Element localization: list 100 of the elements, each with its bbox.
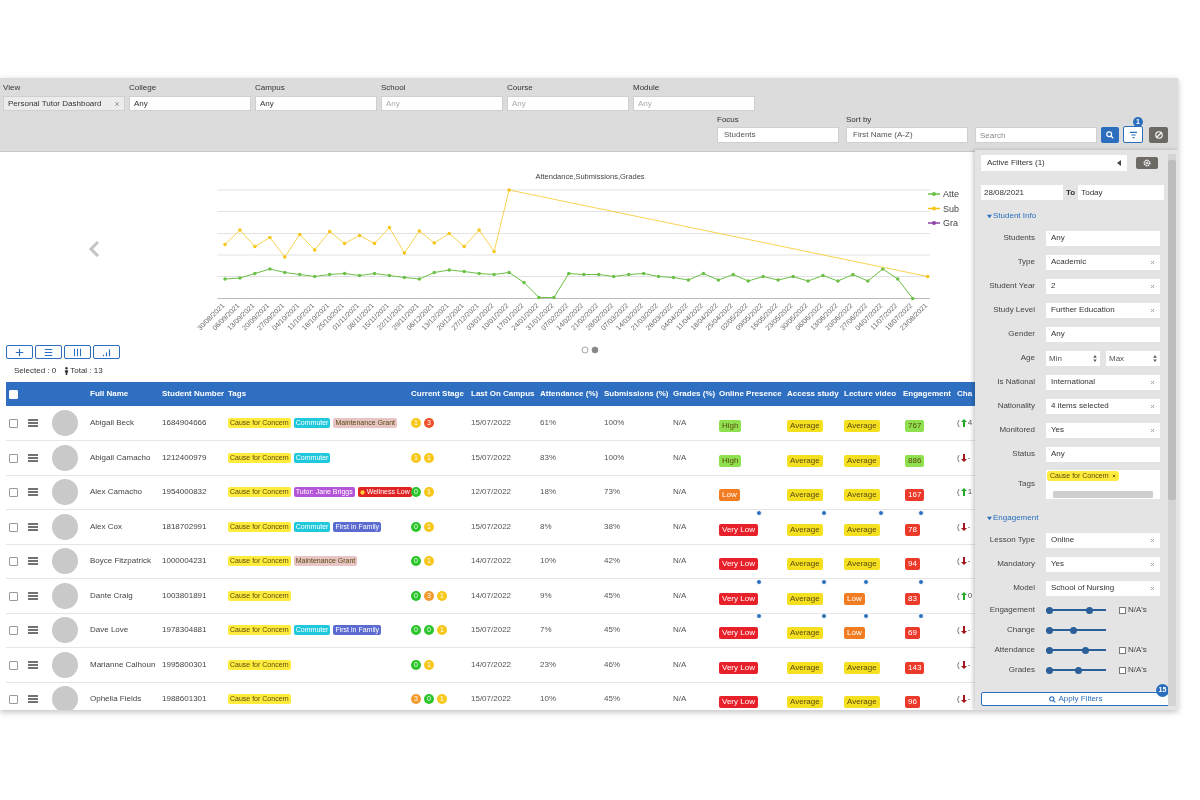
number-field[interactable]: Max (1106, 350, 1160, 366)
checkbox[interactable] (1119, 666, 1126, 674)
close-icon[interactable] (1150, 259, 1155, 265)
alert-icon (359, 489, 365, 495)
close-icon[interactable] (1150, 585, 1155, 591)
select-field[interactable]: Yes (1046, 422, 1160, 438)
carousel-dot[interactable] (591, 346, 599, 354)
select-field[interactable]: Students (717, 127, 839, 143)
slider-thumb[interactable] (1082, 646, 1090, 654)
select-field[interactable]: Any (255, 96, 377, 111)
column-header[interactable]: Tags (224, 382, 407, 406)
settings-button[interactable] (1136, 157, 1158, 169)
checkbox[interactable] (9, 522, 18, 532)
column-header[interactable]: Full Name (86, 382, 158, 406)
select-field[interactable]: Any (381, 96, 503, 111)
checkbox[interactable] (9, 419, 18, 428)
select-field[interactable]: Any (507, 96, 629, 111)
scrollbar[interactable] (1053, 490, 1153, 498)
select-field[interactable]: International (1046, 374, 1160, 390)
range-slider[interactable] (1046, 646, 1106, 654)
select-field[interactable]: Further Education (1046, 302, 1160, 318)
close-icon[interactable] (1111, 473, 1116, 478)
columns-button[interactable] (64, 345, 91, 359)
menu-icon[interactable] (28, 522, 38, 531)
date-field[interactable]: 28/08/2021 (981, 185, 1063, 200)
slider-thumb[interactable] (1046, 646, 1053, 654)
select-field[interactable]: Online (1046, 532, 1160, 548)
number-field[interactable]: Min (1046, 350, 1100, 366)
menu-icon[interactable] (28, 591, 38, 600)
search-field[interactable]: Search (975, 127, 1097, 143)
section-toggle[interactable]: Engagement (987, 512, 1164, 524)
select-field[interactable]: Any (1046, 446, 1160, 462)
add-button[interactable] (6, 345, 33, 359)
close-icon[interactable] (1150, 403, 1155, 409)
checkbox[interactable] (1119, 646, 1126, 654)
column-header[interactable]: Cha (953, 382, 975, 406)
slider-thumb[interactable] (1046, 606, 1053, 614)
carousel-dot[interactable] (581, 346, 589, 354)
column-header[interactable]: Last On Campus (467, 382, 536, 406)
select-field[interactable]: Any (1046, 326, 1160, 342)
close-icon[interactable] (1150, 379, 1155, 385)
column-header[interactable]: Attendance (%) (536, 382, 600, 406)
menu-icon[interactable] (28, 557, 38, 566)
close-icon[interactable] (1150, 537, 1155, 543)
slider-thumb[interactable] (1046, 626, 1053, 634)
select-field[interactable]: 4 items selected (1046, 398, 1160, 414)
slider-thumb[interactable] (1046, 666, 1053, 674)
column-header[interactable]: Access study (783, 382, 840, 406)
select-field[interactable]: 2 (1046, 278, 1160, 294)
column-header[interactable]: Student Number (158, 382, 224, 406)
dropdown[interactable]: Active Filters (1) (981, 155, 1127, 171)
checkbox[interactable] (9, 660, 18, 670)
menu-icon[interactable] (28, 695, 38, 704)
menu-icon[interactable] (28, 419, 38, 427)
list-view-button[interactable] (35, 345, 62, 359)
column-header[interactable]: Submissions (%) (600, 382, 669, 406)
checkbox[interactable] (9, 488, 18, 498)
close-icon[interactable] (1150, 307, 1155, 313)
checkbox[interactable] (9, 626, 18, 636)
menu-icon[interactable] (28, 453, 38, 462)
column-header[interactable]: Grades (%) (669, 382, 715, 406)
select-field[interactable]: Yes (1046, 556, 1160, 572)
slider-thumb[interactable] (1069, 626, 1077, 634)
range-slider[interactable] (1046, 666, 1106, 674)
section-toggle[interactable]: Student Info (987, 210, 1164, 222)
checkbox[interactable] (1119, 606, 1126, 614)
checkbox[interactable] (9, 695, 18, 705)
close-icon[interactable] (1150, 427, 1155, 433)
scrollbar[interactable] (1168, 154, 1176, 706)
select-field[interactable]: School of Nursing (1046, 580, 1160, 596)
checkbox[interactable] (9, 453, 18, 463)
column-header[interactable]: Online Presence (715, 382, 783, 406)
column-header[interactable]: Current Stage (407, 382, 467, 406)
checkbox[interactable] (9, 591, 18, 601)
slider-thumb[interactable] (1085, 606, 1093, 614)
close-icon[interactable] (1150, 283, 1155, 289)
filter-button[interactable] (1123, 126, 1143, 143)
select-field[interactable]: Personal Tutor Dashboard (3, 96, 125, 111)
spinner-icon[interactable] (1153, 354, 1157, 362)
menu-icon[interactable] (28, 626, 38, 635)
spinner-icon[interactable] (1093, 354, 1097, 362)
apply-filters-button[interactable]: Apply Filters (981, 692, 1168, 706)
search-button[interactable] (1101, 127, 1119, 143)
select-field[interactable]: Any (129, 96, 251, 111)
clear-button[interactable] (1149, 127, 1168, 143)
column-header[interactable]: Engagement (899, 382, 953, 406)
date-field[interactable]: Today (1078, 185, 1164, 200)
menu-icon[interactable] (28, 488, 38, 497)
select-field[interactable]: Academic (1046, 254, 1160, 270)
column-header[interactable]: Lecture video (840, 382, 899, 406)
slider-thumb[interactable] (1075, 666, 1083, 674)
checkbox[interactable] (9, 557, 18, 567)
select-field[interactable]: Any (633, 96, 755, 111)
close-icon[interactable] (1150, 561, 1155, 567)
menu-icon[interactable] (28, 660, 38, 669)
range-slider[interactable] (1046, 626, 1106, 634)
chart-button[interactable] (93, 345, 120, 359)
select-field[interactable]: Any (1046, 230, 1160, 246)
select-field[interactable]: First Name (A-Z) (846, 127, 968, 143)
range-slider[interactable] (1046, 606, 1106, 614)
